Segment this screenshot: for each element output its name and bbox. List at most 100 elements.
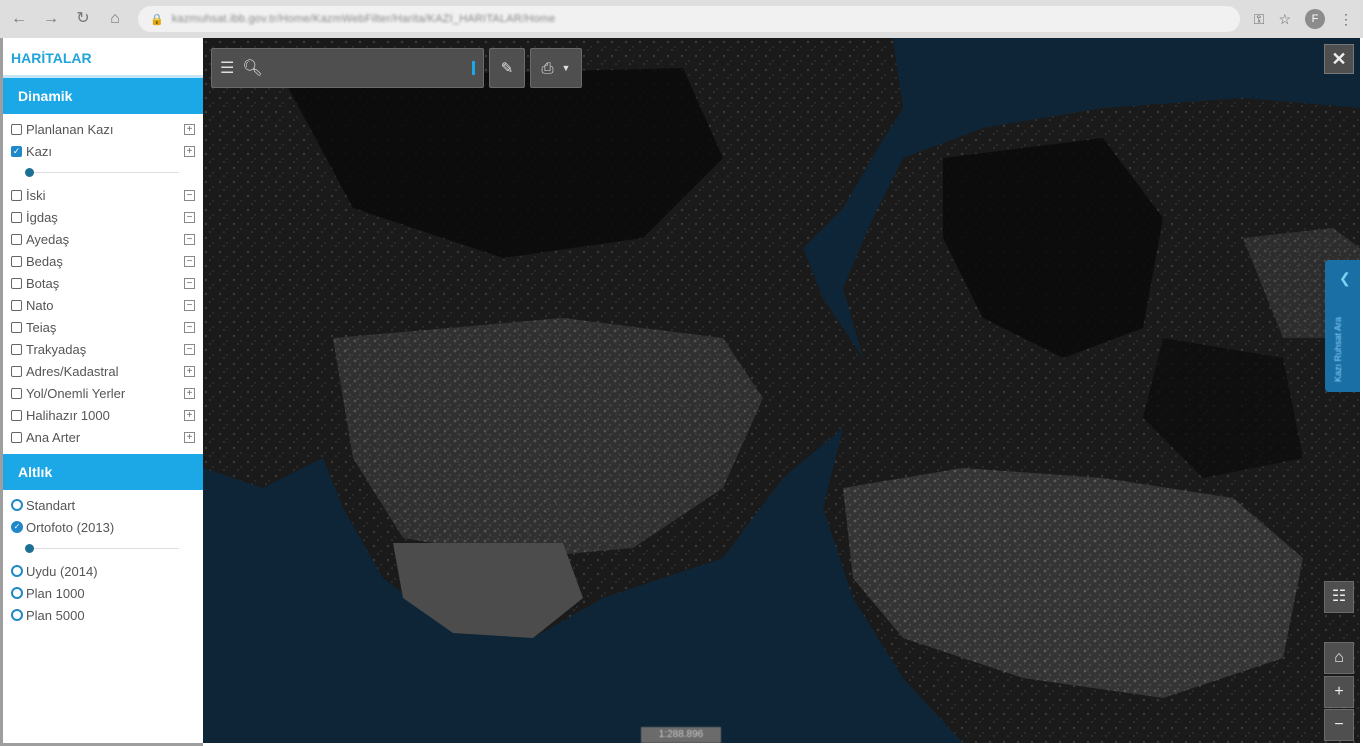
- checkbox[interactable]: [11, 409, 22, 421]
- checkbox[interactable]: [11, 255, 22, 267]
- menu-dots-icon[interactable]: ⋮: [1339, 11, 1353, 28]
- home-icon[interactable]: ⌂: [1324, 642, 1354, 674]
- checkbox[interactable]: [11, 431, 22, 443]
- print-button[interactable]: ⎙ ▼: [530, 48, 582, 88]
- close-icon[interactable]: ✕: [1324, 44, 1354, 74]
- search-input[interactable]: [270, 56, 464, 80]
- layer-label[interactable]: İgdaş: [26, 210, 58, 225]
- menu-icon[interactable]: ☰: [220, 58, 234, 78]
- layer-item[interactable]: Planlanan Kazı +: [11, 118, 195, 140]
- layers-list-icon[interactable]: ☷: [1324, 581, 1354, 613]
- dynamic-section-header[interactable]: Dinamik: [3, 78, 203, 114]
- base-layer-item[interactable]: Standart: [11, 494, 195, 516]
- collapse-icon[interactable]: −: [184, 255, 195, 267]
- base-layer-item[interactable]: Plan 5000: [11, 604, 195, 626]
- forward-icon[interactable]: →: [42, 10, 60, 28]
- base-section-header[interactable]: Altlık: [3, 454, 203, 490]
- layer-item[interactable]: Halihazır 1000 +: [11, 404, 195, 426]
- pencil-icon: ✎: [500, 60, 514, 77]
- layer-label[interactable]: Yol/Onemli Yerler: [26, 386, 125, 401]
- checkbox[interactable]: [11, 277, 22, 289]
- collapse-icon[interactable]: −: [184, 299, 195, 311]
- slider-thumb[interactable]: [25, 168, 34, 177]
- checkbox[interactable]: [11, 299, 22, 311]
- slider-thumb[interactable]: [25, 544, 34, 553]
- search-side-tab[interactable]: ❮ Kazı Ruhsat Ara: [1325, 260, 1360, 392]
- base-layer-label[interactable]: Ortofoto (2013): [26, 520, 114, 535]
- expand-icon[interactable]: +: [184, 123, 195, 135]
- layer-label[interactable]: Adres/Kadastral: [26, 364, 119, 379]
- layer-label[interactable]: Halihazır 1000: [26, 408, 110, 423]
- base-layer-item[interactable]: ✓ Ortofoto (2013): [11, 516, 195, 538]
- key-icon[interactable]: ⚿: [1254, 11, 1265, 28]
- layer-item[interactable]: Bedaş −: [11, 250, 195, 272]
- search-options-indicator[interactable]: [472, 61, 475, 75]
- base-layer-item[interactable]: Plan 1000: [11, 582, 195, 604]
- zoom-out-button[interactable]: −: [1324, 709, 1354, 741]
- collapse-icon[interactable]: −: [184, 343, 195, 355]
- expand-icon[interactable]: +: [184, 409, 195, 421]
- checkbox[interactable]: [11, 211, 22, 223]
- collapse-icon[interactable]: −: [184, 211, 195, 223]
- layer-item[interactable]: Trakyadaş −: [11, 338, 195, 360]
- checkbox[interactable]: [11, 387, 22, 399]
- address-bar[interactable]: 🔒 kazmuhsat.ibb.gov.tr/Home/KazmWebFilte…: [138, 6, 1240, 32]
- collapse-icon[interactable]: −: [184, 321, 195, 333]
- kazi-opacity-slider[interactable]: [11, 162, 195, 184]
- expand-icon[interactable]: +: [184, 387, 195, 399]
- radio-selected[interactable]: ✓: [11, 521, 23, 533]
- base-layer-label[interactable]: Standart: [26, 498, 75, 513]
- base-layer-item[interactable]: Uydu (2014): [11, 560, 195, 582]
- expand-icon[interactable]: +: [184, 431, 195, 443]
- zoom-in-button[interactable]: +: [1324, 676, 1354, 708]
- radio[interactable]: [11, 587, 23, 599]
- checkbox[interactable]: [11, 365, 22, 377]
- layer-label[interactable]: Kazı: [26, 144, 52, 159]
- checkbox[interactable]: [11, 123, 22, 135]
- reload-icon[interactable]: ↻: [74, 10, 92, 28]
- layer-item[interactable]: Ana Arter +: [11, 426, 195, 448]
- radio[interactable]: [11, 565, 23, 577]
- checkbox[interactable]: [11, 189, 22, 201]
- layer-label[interactable]: Teiaş: [26, 320, 56, 335]
- layer-item[interactable]: Botaş −: [11, 272, 195, 294]
- layer-label[interactable]: Bedaş: [26, 254, 63, 269]
- expand-icon[interactable]: +: [184, 145, 195, 157]
- layer-item[interactable]: Adres/Kadastral +: [11, 360, 195, 382]
- layer-label[interactable]: Ana Arter: [26, 430, 80, 445]
- layer-item[interactable]: Yol/Onemli Yerler +: [11, 382, 195, 404]
- layer-item[interactable]: Ayedaş −: [11, 228, 195, 250]
- ortofoto-opacity-slider[interactable]: [11, 538, 195, 560]
- collapse-icon[interactable]: −: [184, 233, 195, 245]
- base-layer-label[interactable]: Plan 5000: [26, 608, 85, 623]
- layer-item[interactable]: Teiaş −: [11, 316, 195, 338]
- expand-icon[interactable]: +: [184, 365, 195, 377]
- draw-button[interactable]: ✎: [489, 48, 525, 88]
- checkbox-checked[interactable]: ✓: [11, 145, 22, 157]
- collapse-icon[interactable]: −: [184, 189, 195, 201]
- checkbox[interactable]: [11, 321, 22, 333]
- back-icon[interactable]: ←: [10, 10, 28, 28]
- layer-label[interactable]: Trakyadaş: [26, 342, 86, 357]
- base-layer-label[interactable]: Uydu (2014): [26, 564, 98, 579]
- layer-label[interactable]: Ayedaş: [26, 232, 69, 247]
- collapse-icon[interactable]: −: [184, 277, 195, 289]
- search-icon[interactable]: 🔍︎: [242, 58, 262, 78]
- layer-label[interactable]: Botaş: [26, 276, 59, 291]
- radio[interactable]: [11, 499, 23, 511]
- radio[interactable]: [11, 609, 23, 621]
- checkbox[interactable]: [11, 343, 22, 355]
- layer-label[interactable]: Planlanan Kazı: [26, 122, 113, 137]
- layer-label[interactable]: İski: [26, 188, 46, 203]
- profile-avatar[interactable]: F: [1305, 9, 1325, 29]
- map-canvas[interactable]: ☰ 🔍︎ ✎ ⎙ ▼ ✕ ❮ Kazı Ruhsat Ara ☷ ⌂ + − 1…: [203, 38, 1360, 743]
- home-icon[interactable]: ⌂: [106, 10, 124, 28]
- layer-label[interactable]: Nato: [26, 298, 53, 313]
- layer-item[interactable]: İski −: [11, 184, 195, 206]
- base-layer-label[interactable]: Plan 1000: [26, 586, 85, 601]
- star-icon[interactable]: ☆: [1278, 11, 1291, 28]
- layer-item[interactable]: ✓ Kazı +: [11, 140, 195, 162]
- layer-item[interactable]: İgdaş −: [11, 206, 195, 228]
- layer-item[interactable]: Nato −: [11, 294, 195, 316]
- checkbox[interactable]: [11, 233, 22, 245]
